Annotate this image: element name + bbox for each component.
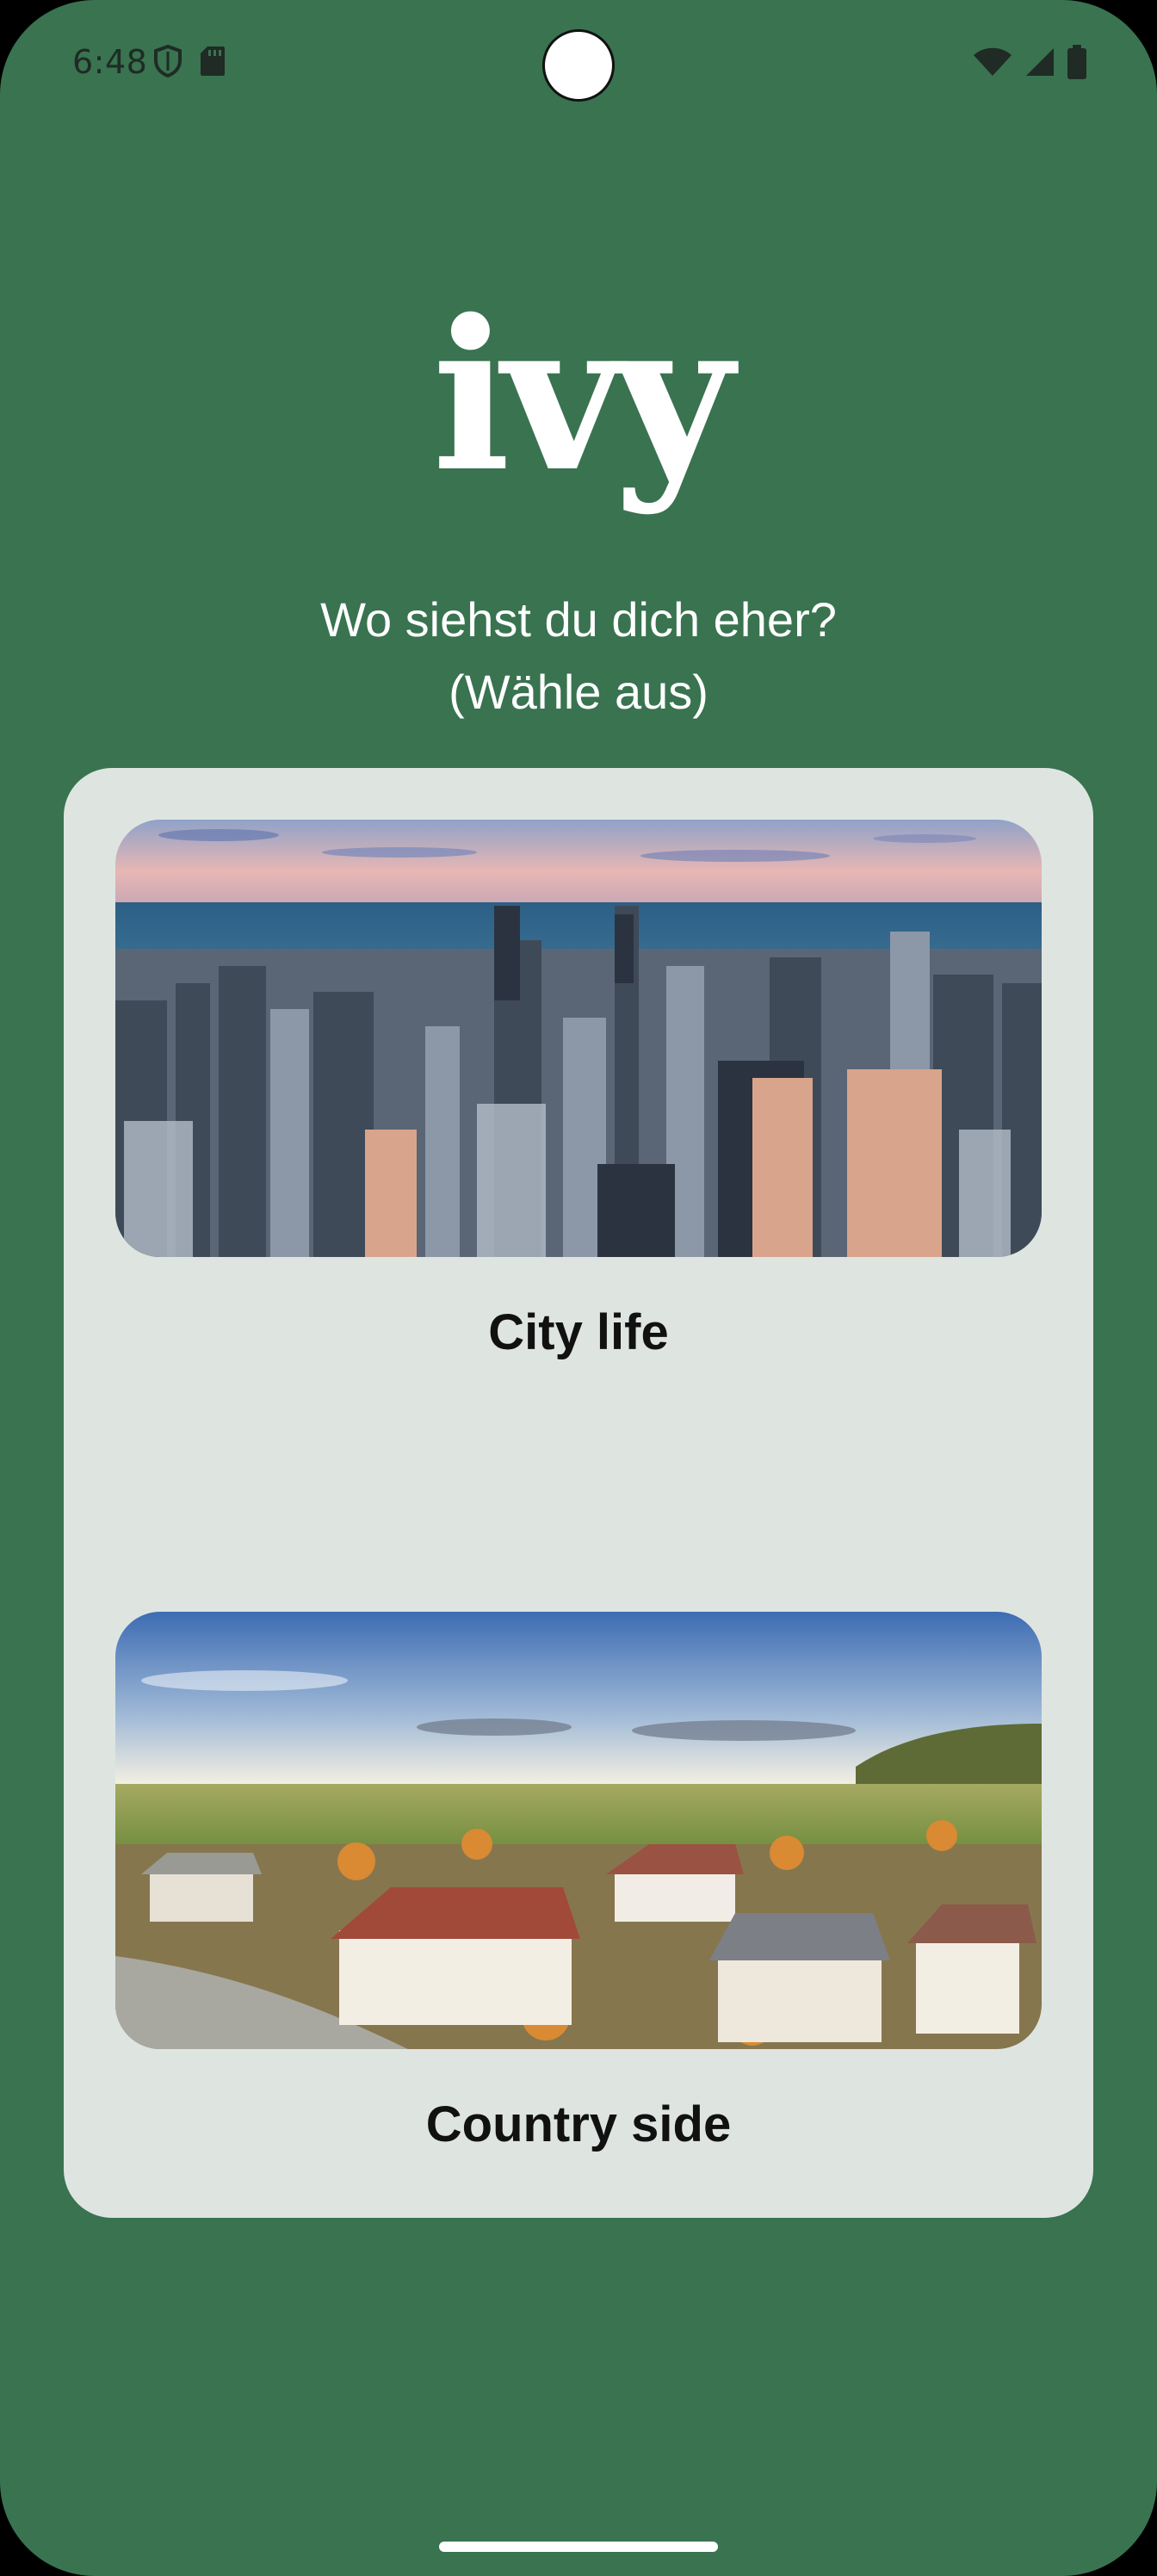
ivy-logo: ivy [431, 275, 733, 517]
prompt-question: Wo siehst du dich eher? [320, 592, 837, 647]
city-skyline-image [115, 820, 1042, 1257]
front-camera-cutout [542, 29, 615, 102]
option-label-city-life: City life [488, 1304, 669, 1360]
option-city-life[interactable]: City life [115, 820, 1042, 1361]
status-bar: 6:48 [0, 0, 1157, 129]
cellular-signal-icon [1024, 46, 1055, 82]
app-screen: 6:48 ivy Wo siehst du dich eher? (Wähle … [0, 0, 1157, 2576]
shield-icon [153, 44, 183, 82]
option-label-country-side: Country side [425, 2096, 732, 2152]
status-left-icons [153, 44, 226, 82]
options-card: City life Country side [64, 768, 1093, 2218]
wifi-icon [973, 46, 1012, 82]
status-right-icons [973, 45, 1086, 84]
sd-card-icon [200, 45, 226, 82]
selection-prompt: Wo siehst du dich eher? (Wähle aus) [0, 584, 1157, 728]
home-indicator[interactable] [439, 2542, 718, 2552]
status-time: 6:48 [72, 43, 148, 81]
option-country-side[interactable]: Country side [115, 1612, 1042, 2153]
countryside-village-image [115, 1612, 1042, 2049]
prompt-instruction: (Wähle aus) [449, 665, 708, 719]
battery-icon [1067, 45, 1086, 84]
